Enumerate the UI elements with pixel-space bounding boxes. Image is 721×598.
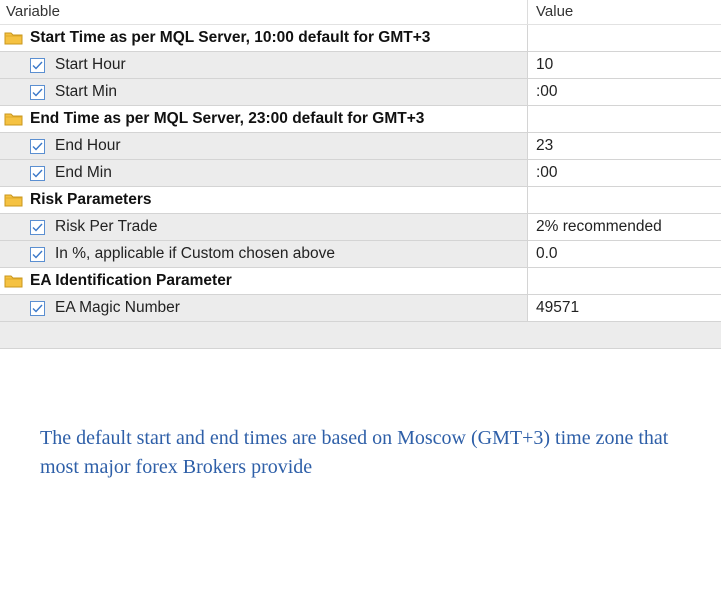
param-value[interactable]: 2% recommended bbox=[528, 214, 721, 240]
group-row-end-time[interactable]: End Time as per MQL Server, 23:00 defaul… bbox=[0, 106, 721, 133]
param-value[interactable]: :00 bbox=[528, 79, 721, 105]
checkbox-checked-icon bbox=[30, 246, 45, 262]
column-header-variable[interactable]: Variable bbox=[0, 0, 528, 24]
group-title: End Time as per MQL Server, 23:00 defaul… bbox=[30, 110, 425, 127]
group-title: Start Time as per MQL Server, 10:00 defa… bbox=[30, 29, 431, 46]
folder-icon bbox=[4, 112, 23, 126]
checkbox-checked-icon bbox=[30, 165, 45, 181]
group-title: EA Identification Parameter bbox=[30, 272, 232, 289]
param-value[interactable]: 10 bbox=[528, 52, 721, 78]
param-value[interactable]: 23 bbox=[528, 133, 721, 159]
param-row-magic-number[interactable]: EA Magic Number 49571 bbox=[0, 295, 721, 322]
group-row-start-time[interactable]: Start Time as per MQL Server, 10:00 defa… bbox=[0, 25, 721, 52]
grid-header: Variable Value bbox=[0, 0, 721, 25]
param-row-start-min[interactable]: Start Min :00 bbox=[0, 79, 721, 106]
param-value[interactable]: 49571 bbox=[528, 295, 721, 321]
folder-icon bbox=[4, 31, 23, 45]
group-row-risk-parameters[interactable]: Risk Parameters bbox=[0, 187, 721, 214]
group-row-ea-identification[interactable]: EA Identification Parameter bbox=[0, 268, 721, 295]
param-name: EA Magic Number bbox=[55, 299, 180, 316]
column-header-value[interactable]: Value bbox=[528, 0, 721, 24]
param-row-custom-percent[interactable]: In %, applicable if Custom chosen above … bbox=[0, 241, 721, 268]
folder-icon bbox=[4, 274, 23, 288]
checkbox-checked-icon bbox=[30, 138, 45, 154]
param-name: Start Min bbox=[55, 83, 118, 100]
checkbox-checked-icon bbox=[30, 219, 45, 235]
param-name: Start Hour bbox=[55, 56, 126, 73]
param-name: Risk Per Trade bbox=[55, 218, 158, 235]
param-name: End Hour bbox=[55, 137, 121, 154]
param-value[interactable]: 0.0 bbox=[528, 241, 721, 267]
checkbox-checked-icon bbox=[30, 57, 45, 73]
checkbox-checked-icon bbox=[30, 300, 45, 316]
param-name: In %, applicable if Custom chosen above bbox=[55, 245, 336, 262]
param-name: End Min bbox=[55, 164, 112, 181]
param-value[interactable]: :00 bbox=[528, 160, 721, 186]
param-row-start-hour[interactable]: Start Hour 10 bbox=[0, 52, 721, 79]
param-row-risk-per-trade[interactable]: Risk Per Trade 2% recommended bbox=[0, 214, 721, 241]
group-title: Risk Parameters bbox=[30, 191, 152, 208]
inputs-grid: Variable Value Start Time as per MQL Ser… bbox=[0, 0, 721, 349]
folder-icon bbox=[4, 193, 23, 207]
explanatory-note: The default start and end times are base… bbox=[40, 427, 669, 478]
checkbox-checked-icon bbox=[30, 84, 45, 100]
empty-grid-row bbox=[0, 322, 721, 349]
param-row-end-hour[interactable]: End Hour 23 bbox=[0, 133, 721, 160]
param-row-end-min[interactable]: End Min :00 bbox=[0, 160, 721, 187]
